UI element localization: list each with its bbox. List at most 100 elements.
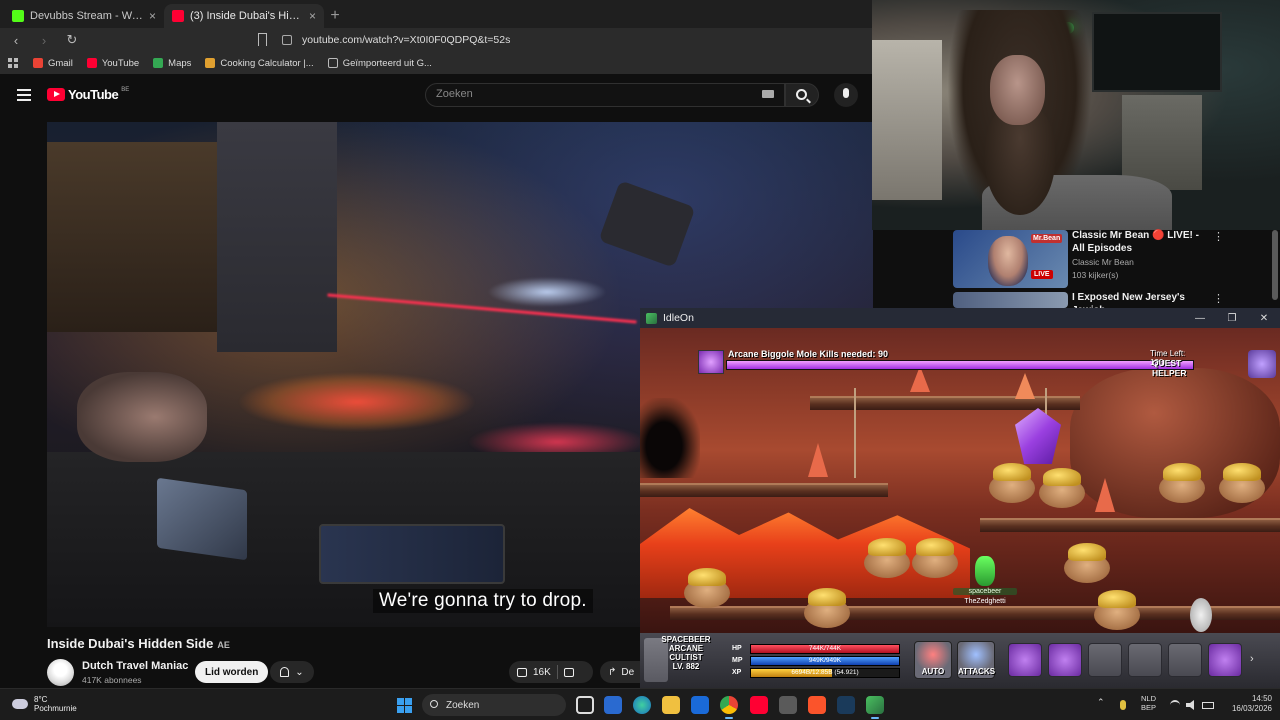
live-badge: LIVE xyxy=(1031,270,1053,279)
recommendation-thumbnail[interactable] xyxy=(953,292,1068,308)
portal[interactable] xyxy=(1190,598,1212,632)
player-character[interactable]: spacebeer TheZedghetti xyxy=(953,548,1017,605)
chrome-icon[interactable] xyxy=(720,696,738,719)
more-options-icon[interactable]: ⋮ xyxy=(1213,292,1224,305)
skill-slot[interactable] xyxy=(1208,643,1242,677)
quest-helper-label[interactable]: QUEST HELPER xyxy=(1152,358,1198,378)
bookmark-cooking-calculator[interactable]: Cooking Calculator |... xyxy=(205,58,314,69)
recommendation-title[interactable]: Classic Mr Bean 🔴 LIVE! - All Episodes xyxy=(1072,230,1207,255)
taskbar-search-label: Zoeken xyxy=(446,699,480,711)
mole-enemy[interactable] xyxy=(1035,468,1089,508)
auto-button[interactable]: AUTO xyxy=(914,641,952,679)
quest-icon[interactable] xyxy=(1248,350,1276,378)
url-bar[interactable]: youtube.com/watch?v=Xt0I0F0QDPQ&t=52s xyxy=(282,31,862,49)
bookmark-maps[interactable]: Maps xyxy=(153,58,191,69)
join-button[interactable]: Lid worden xyxy=(195,661,269,683)
tab-youtube-video[interactable]: (3) Inside Dubai's Hidden Side × xyxy=(164,4,324,28)
microphone-icon[interactable] xyxy=(1120,700,1126,710)
back-arrow-icon[interactable]: ‹ xyxy=(8,33,24,48)
menu-icon[interactable] xyxy=(17,89,31,101)
tab-kick-stream[interactable]: Devubbs Stream - Watch Live on × xyxy=(4,4,164,28)
bookmark-icon[interactable] xyxy=(258,33,267,46)
edge-icon[interactable] xyxy=(633,696,651,714)
calculator-icon[interactable] xyxy=(779,696,797,714)
recommendation-item[interactable]: I Exposed New Jersey's Jewish ⋮ xyxy=(953,292,1273,308)
hp-text: 744K/744K xyxy=(808,644,842,652)
bookmark-gmail[interactable]: Gmail xyxy=(33,58,73,69)
idleon-taskbar-icon[interactable] xyxy=(866,696,884,719)
system-clock[interactable]: 14:50 16/03/2026 xyxy=(1222,694,1272,714)
clock-time: 14:50 xyxy=(1251,694,1272,703)
keyboard-icon[interactable] xyxy=(762,90,774,98)
game-titlebar[interactable]: IdleOn — ❐ ✕ xyxy=(640,308,1280,328)
store-icon[interactable] xyxy=(604,696,622,714)
purple-crystal-boss-target[interactable] xyxy=(1015,408,1061,464)
attacks-button[interactable]: ATTACKS xyxy=(957,641,995,679)
recommendation-channel[interactable]: Classic Mr Bean xyxy=(1072,257,1134,267)
youtube-app-icon[interactable] xyxy=(750,696,768,714)
start-icon[interactable] xyxy=(397,698,412,713)
mole-enemy[interactable] xyxy=(985,463,1039,503)
skill-slot[interactable] xyxy=(1048,643,1082,677)
task-view-icon[interactable] xyxy=(576,696,594,714)
notifications-button[interactable]: ⌄ xyxy=(270,661,314,683)
bookmark-folder-imported[interactable]: Geïmporteerd uit G... xyxy=(327,58,432,69)
mole-enemy[interactable] xyxy=(1060,543,1114,583)
voice-search-icon[interactable] xyxy=(834,83,858,107)
dislike-icon[interactable] xyxy=(563,667,574,677)
skill-slot[interactable] xyxy=(1088,643,1122,677)
mole-enemy[interactable] xyxy=(800,588,854,628)
recommendation-item[interactable]: Mr.Bean LIVE Classic Mr Bean 🔴 LIVE! - A… xyxy=(953,230,1273,288)
bookmark-youtube[interactable]: YouTube xyxy=(86,58,139,69)
recommendation-viewers: 103 kijker(s) xyxy=(1072,270,1119,280)
channel-name[interactable]: Dutch Travel Maniac xyxy=(82,660,188,672)
recommendation-title[interactable]: I Exposed New Jersey's Jewish xyxy=(1072,292,1207,308)
xp-stat: XP 6694B/12.85B (54.921) xyxy=(732,667,900,678)
skill-slot[interactable] xyxy=(1168,643,1202,677)
forward-arrow-icon[interactable]: › xyxy=(36,33,52,48)
tab-close-icon[interactable]: × xyxy=(149,9,156,23)
tray-overflow-chevron-icon[interactable]: ⌃ xyxy=(1097,697,1107,707)
language-indicator[interactable]: NLD BEP xyxy=(1141,694,1156,712)
skill-slot[interactable] xyxy=(1128,643,1162,677)
brave-icon[interactable] xyxy=(808,696,826,714)
chevron-down-icon: ⌄ xyxy=(295,666,304,678)
mole-enemy[interactable] xyxy=(1155,463,1209,503)
channel-avatar[interactable] xyxy=(47,659,74,686)
youtube-logo[interactable]: YouTube BE xyxy=(47,87,129,102)
weather-widget[interactable]: 8°C Pochmurnie xyxy=(12,695,77,713)
mole-enemy[interactable] xyxy=(1215,463,1269,503)
more-options-icon[interactable]: ⋮ xyxy=(1213,230,1224,243)
skill-slot[interactable] xyxy=(1008,643,1042,677)
battery-icon[interactable] xyxy=(1202,702,1214,709)
skill-bar-next-arrow-icon[interactable]: › xyxy=(1250,653,1254,665)
page-scrollbar[interactable] xyxy=(1272,230,1278,300)
file-explorer-icon[interactable] xyxy=(662,696,680,714)
mole-enemy[interactable] xyxy=(860,538,914,578)
maximize-icon[interactable]: ❐ xyxy=(1216,308,1248,328)
outlook-icon[interactable] xyxy=(691,696,709,714)
game-scene[interactable]: spacebeer TheZedghetti Arcane Biggole Mo… xyxy=(640,328,1280,633)
clock-date: 16/03/2026 xyxy=(1231,704,1272,713)
apps-grid-icon[interactable] xyxy=(8,57,19,69)
minimize-icon[interactable]: — xyxy=(1184,308,1216,328)
mole-enemy[interactable] xyxy=(680,568,734,608)
like-icon[interactable] xyxy=(517,667,527,677)
mole-enemy[interactable] xyxy=(908,538,962,578)
site-info-icon[interactable] xyxy=(282,35,292,45)
search-button[interactable] xyxy=(785,83,819,107)
tab-close-icon[interactable]: × xyxy=(309,9,316,23)
bell-icon xyxy=(280,667,290,677)
recommendation-thumbnail[interactable]: Mr.Bean LIVE xyxy=(953,230,1068,288)
youtube-wordmark: YouTube xyxy=(68,87,119,102)
like-dislike-group[interactable]: 16K xyxy=(509,661,593,683)
steam-icon[interactable] xyxy=(837,696,855,714)
search-input[interactable]: Zoeken xyxy=(425,83,785,107)
wifi-icon[interactable] xyxy=(1170,700,1180,710)
reload-icon[interactable]: ↻ xyxy=(64,32,80,48)
mole-enemy[interactable] xyxy=(1090,590,1144,630)
volume-icon[interactable] xyxy=(1186,700,1194,710)
taskbar-search[interactable]: Zoeken xyxy=(422,694,566,716)
new-tab-button[interactable]: + xyxy=(324,4,346,28)
close-icon[interactable]: ✕ xyxy=(1248,308,1280,328)
